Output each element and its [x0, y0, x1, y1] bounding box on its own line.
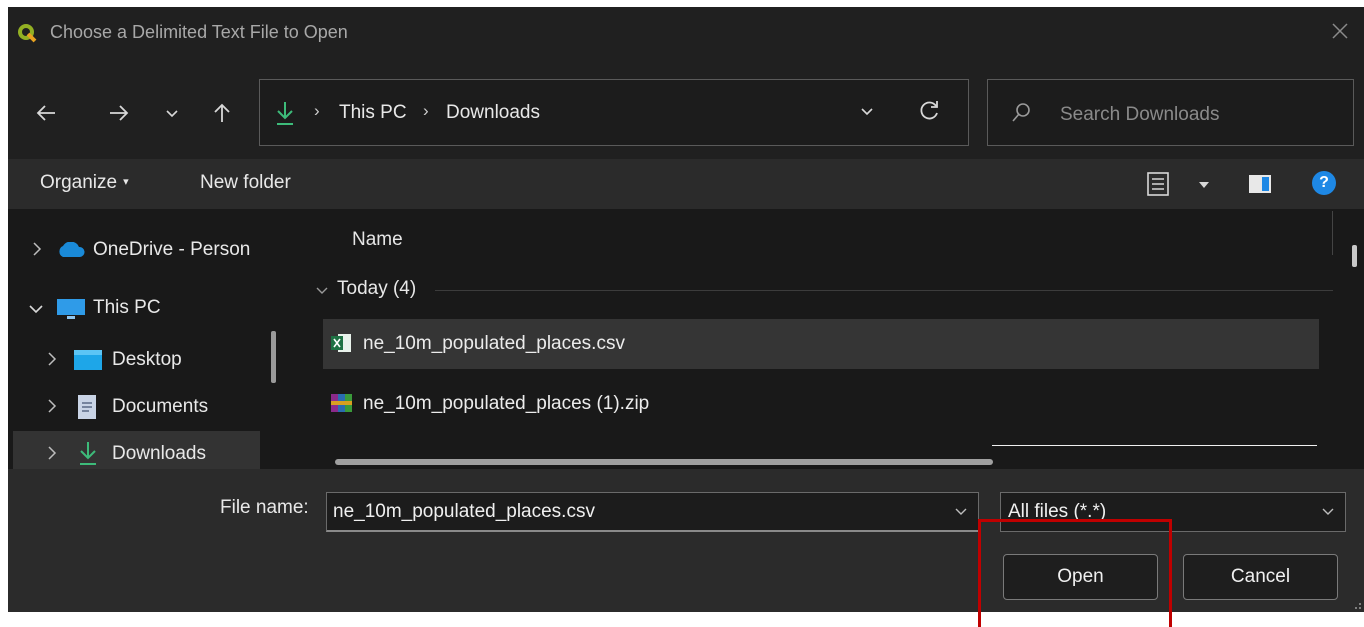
sidebar-item-label: This PC — [93, 297, 161, 318]
chevron-down-icon[interactable] — [1321, 507, 1335, 517]
back-button[interactable] — [28, 95, 64, 131]
file-name-label: File name: — [220, 497, 309, 518]
document-folder-icon — [78, 395, 96, 419]
divider-line — [992, 445, 1317, 446]
breadcrumb-this-pc[interactable]: This PC — [339, 102, 407, 124]
highlight-box — [978, 519, 1172, 627]
chevron-down-icon[interactable] — [315, 286, 329, 296]
sidebar-item-label: Desktop — [112, 349, 182, 370]
caret-down-icon[interactable] — [1198, 180, 1210, 190]
chevron-down-icon[interactable] — [858, 102, 876, 120]
sidebar-item-label: Downloads — [112, 443, 206, 464]
chevron-down-icon — [166, 110, 178, 118]
chevron-right-icon[interactable] — [46, 351, 58, 367]
sidebar-item-label: Documents — [112, 396, 209, 417]
recent-locations-button[interactable] — [154, 95, 190, 131]
desktop-folder-icon — [74, 350, 102, 370]
group-header-today[interactable]: Today (4) — [337, 278, 416, 300]
sidebar-item-documents[interactable]: Documents — [13, 384, 260, 428]
breadcrumb-downloads[interactable]: Downloads — [446, 102, 540, 124]
new-folder-button[interactable]: New folder — [200, 172, 291, 194]
sidebar-item-this-pc[interactable]: This PC — [13, 285, 260, 329]
chevron-down-icon[interactable] — [954, 507, 968, 517]
file-row-zip[interactable]: ne_10m_populated_places (1).zip — [323, 379, 1319, 429]
cancel-button[interactable]: Cancel — [1183, 554, 1338, 600]
chevron-right-icon[interactable] — [31, 241, 43, 257]
column-header-name[interactable]: Name — [352, 229, 403, 251]
column-divider[interactable] — [1332, 211, 1333, 255]
refresh-icon[interactable] — [916, 98, 942, 124]
organize-label: Organize — [40, 172, 118, 193]
excel-csv-icon — [331, 334, 351, 352]
monitor-icon — [57, 299, 85, 319]
sidebar-item-downloads[interactable]: Downloads — [13, 431, 260, 469]
chevron-right-icon[interactable] — [46, 445, 58, 461]
search-placeholder: Search Downloads — [1060, 104, 1220, 125]
help-icon[interactable]: ? — [1312, 171, 1336, 195]
command-bar: Organize ▾ New folder ? — [8, 159, 1364, 209]
window-title: Choose a Delimited Text File to Open — [50, 22, 348, 42]
back-arrow-icon — [36, 105, 55, 121]
resize-grip-icon[interactable] — [1352, 600, 1362, 610]
winrar-archive-icon — [331, 394, 352, 412]
file-name-value[interactable]: ne_10m_populated_places.csv — [333, 501, 595, 523]
vertical-scrollbar[interactable] — [1352, 245, 1357, 267]
navigation-pane: OneDrive - Person This PC Desktop Docume… — [8, 209, 295, 469]
details-view-icon[interactable] — [1147, 172, 1169, 196]
file-name: ne_10m_populated_places.csv — [363, 333, 625, 354]
organize-button[interactable]: Organize ▾ — [40, 172, 129, 194]
group-divider — [435, 290, 1333, 291]
chevron-right-icon[interactable] — [46, 398, 58, 414]
sidebar-item-desktop[interactable]: Desktop — [13, 337, 260, 381]
file-row-csv[interactable]: ne_10m_populated_places.csv — [323, 319, 1319, 369]
search-box[interactable]: Search Downloads — [987, 79, 1354, 146]
download-icon — [277, 102, 293, 125]
preview-pane-icon[interactable] — [1248, 174, 1272, 194]
caret-down-icon: ▾ — [123, 176, 129, 188]
navigation-row: › This PC › Downloads Search Downloads — [8, 59, 1364, 159]
breadcrumb-separator: › — [314, 101, 320, 120]
sidebar-item-onedrive[interactable]: OneDrive - Person — [13, 227, 260, 271]
address-bar[interactable]: › This PC › Downloads — [259, 79, 969, 146]
close-icon[interactable] — [1326, 17, 1354, 45]
file-list: Name Today (4) ne_10m_populated_places.c… — [295, 209, 1364, 469]
download-icon — [80, 442, 96, 465]
chevron-down-icon[interactable] — [28, 303, 44, 315]
horizontal-scrollbar[interactable] — [335, 459, 993, 465]
forward-button[interactable] — [101, 95, 137, 131]
up-button[interactable] — [204, 95, 240, 131]
qgis-logo-icon — [18, 24, 37, 43]
up-arrow-icon — [214, 103, 230, 122]
cloud-icon — [59, 242, 85, 257]
navigation-scrollbar[interactable] — [271, 331, 276, 383]
file-name-field[interactable]: ne_10m_populated_places.csv — [326, 492, 979, 532]
breadcrumb-separator: › — [423, 101, 429, 120]
file-name: ne_10m_populated_places (1).zip — [363, 393, 650, 414]
forward-arrow-icon — [110, 105, 129, 121]
title-bar: Choose a Delimited Text File to Open — [8, 7, 1364, 59]
search-icon — [1012, 103, 1030, 122]
sidebar-item-label: OneDrive - Person — [93, 239, 251, 260]
